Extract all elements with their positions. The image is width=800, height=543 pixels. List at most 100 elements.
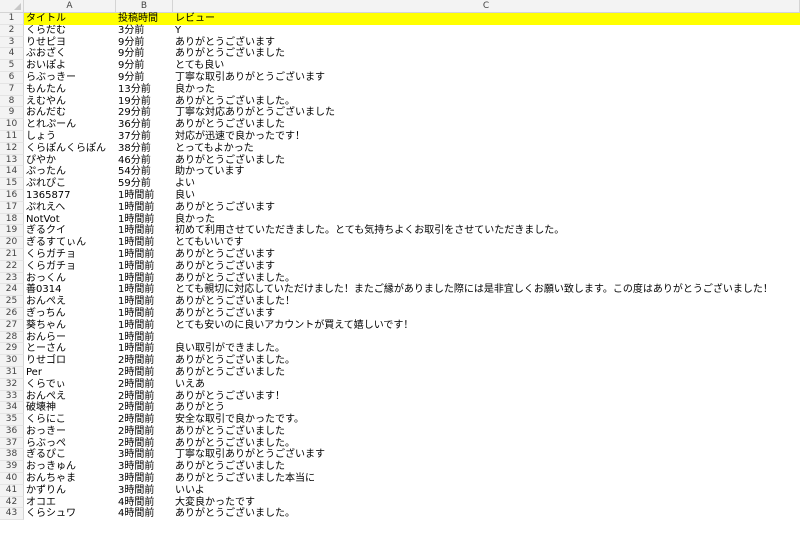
row-number[interactable]: 31 [0, 366, 24, 379]
review-cell[interactable]: ありがとうございました [173, 367, 800, 379]
review-cell[interactable]: ありがとうございました本当に [173, 473, 800, 485]
posted-time-cell[interactable]: 1時間前 [116, 237, 173, 249]
row-number[interactable]: 13 [0, 154, 24, 167]
title-cell[interactable]: ぴやか [24, 155, 116, 167]
posted-time-cell[interactable]: 4時間前 [116, 508, 173, 520]
posted-time-cell[interactable]: 1時間前 [116, 202, 173, 214]
posted-time-cell[interactable]: 1時間前 [116, 284, 173, 296]
review-cell[interactable]: ありがとうございました [173, 155, 800, 167]
posted-time-cell[interactable]: 54分前 [116, 166, 173, 178]
column-header-b[interactable]: B [116, 0, 173, 12]
posted-time-cell[interactable]: 1時間前 [116, 308, 173, 320]
review-cell[interactable]: 大変良かったです [173, 497, 800, 509]
title-cell[interactable]: Per [24, 367, 116, 379]
title-cell[interactable]: 葵ちゃん [24, 320, 116, 332]
review-cell[interactable]: 初めて利用させていただきました。とても気持ちよくお取引をさせていただきました。 [173, 225, 800, 237]
posted-time-cell[interactable]: 36分前 [116, 119, 173, 131]
title-cell[interactable]: くらぽんくらぽん [24, 143, 116, 155]
review-cell[interactable]: 良い取引ができました。 [173, 343, 800, 355]
row-number[interactable]: 22 [0, 260, 24, 273]
posted-time-cell[interactable]: 1時間前 [116, 332, 173, 344]
review-cell[interactable]: Y [173, 25, 800, 37]
review-cell[interactable]: 良い [173, 190, 800, 202]
row-number[interactable]: 28 [0, 331, 24, 344]
column-header-a[interactable]: A [24, 0, 116, 12]
posted-time-cell[interactable]: 1時間前 [116, 225, 173, 237]
review-cell[interactable]: いえあ [173, 379, 800, 391]
row-number[interactable]: 35 [0, 414, 24, 426]
posted-time-cell[interactable]: 2時間前 [116, 367, 173, 379]
title-cell[interactable]: くらシュワ [24, 508, 116, 520]
posted-time-cell[interactable]: 2時間前 [116, 438, 173, 450]
posted-time-cell[interactable]: 46分前 [116, 155, 173, 167]
posted-time-cell[interactable]: 38分前 [116, 143, 173, 155]
row-number[interactable]: 20 [0, 237, 24, 249]
review-cell[interactable]: ありがとうございました。 [173, 438, 800, 450]
review-cell[interactable]: ありがとうございました [173, 48, 800, 60]
title-cell[interactable]: ぷったん [24, 166, 116, 178]
title-cell[interactable]: くらでぃ [24, 379, 116, 391]
title-cell[interactable]: もんたん [24, 84, 116, 96]
row-number[interactable]: 6 [0, 71, 24, 84]
posted-time-cell[interactable]: 1時間前 [116, 261, 173, 273]
review-cell[interactable]: 丁寧な対応ありがとうございました [173, 107, 800, 119]
row-number[interactable]: 29 [0, 343, 24, 356]
select-all-corner[interactable] [0, 0, 24, 13]
row-number[interactable]: 39 [0, 461, 24, 474]
row-number[interactable]: 15 [0, 178, 24, 190]
row-number[interactable]: 2 [0, 24, 24, 37]
review-cell[interactable]: ありがとうございます [173, 308, 800, 320]
title-cell[interactable]: 1365877 [24, 190, 116, 202]
posted-time-cell[interactable]: 1時間前 [116, 273, 173, 285]
row-number[interactable]: 23 [0, 272, 24, 285]
posted-time-cell[interactable]: 1時間前 [116, 190, 173, 202]
row-number[interactable]: 38 [0, 449, 24, 462]
review-cell[interactable]: ありがとうございました [173, 461, 800, 473]
review-cell[interactable]: ありがとうございます！ [173, 391, 800, 403]
posted-time-cell[interactable]: 2時間前 [116, 426, 173, 438]
posted-time-cell[interactable]: 2時間前 [116, 391, 173, 403]
row-number[interactable]: 26 [0, 307, 24, 320]
posted-time-cell[interactable]: 3時間前 [116, 473, 173, 485]
title-cell[interactable]: タイトル [24, 13, 116, 25]
column-header-c[interactable]: C [173, 0, 800, 12]
posted-time-cell[interactable]: 13分前 [116, 84, 173, 96]
review-cell[interactable]: ありがとうございます [173, 202, 800, 214]
review-cell[interactable]: ありがとうございました。 [173, 508, 800, 520]
title-cell[interactable]: ぷれぴこ [24, 178, 116, 190]
row-number[interactable]: 25 [0, 296, 24, 308]
row-number[interactable]: 41 [0, 484, 24, 497]
title-cell[interactable]: らぶっきー [24, 72, 116, 84]
title-cell[interactable]: おんらー [24, 332, 116, 344]
posted-time-cell[interactable]: 9分前 [116, 48, 173, 60]
review-cell[interactable]: とてもいいです [173, 237, 800, 249]
title-cell[interactable]: しょう [24, 131, 116, 143]
row-number[interactable]: 7 [0, 83, 24, 96]
review-cell[interactable]: 良かった [173, 214, 800, 226]
title-cell[interactable]: NotVot [24, 214, 116, 226]
posted-time-cell[interactable]: 3時間前 [116, 449, 173, 461]
title-cell[interactable]: おんぺえ [24, 391, 116, 403]
row-number[interactable]: 32 [0, 378, 24, 391]
posted-time-cell[interactable]: 37分前 [116, 131, 173, 143]
review-cell[interactable]: 丁寧な取引ありがとうございます [173, 72, 800, 84]
posted-time-cell[interactable]: 9分前 [116, 72, 173, 84]
review-cell[interactable]: ありがとうございました [173, 119, 800, 131]
review-cell[interactable]: 丁寧な取引ありがとうございます [173, 449, 800, 461]
title-cell[interactable]: らぶっぺ [24, 438, 116, 450]
review-cell[interactable]: とても安いのに良いアカウントが買えて嬉しいです！ [173, 320, 800, 332]
posted-time-cell[interactable]: 29分前 [116, 107, 173, 119]
posted-time-cell[interactable]: 3時間前 [116, 461, 173, 473]
title-cell[interactable]: えむやん [24, 96, 116, 108]
title-cell[interactable]: 破壊神 [24, 402, 116, 414]
posted-time-cell[interactable]: 9分前 [116, 60, 173, 72]
review-cell[interactable]: 良かった [173, 84, 800, 96]
review-cell[interactable]: とってもよかった [173, 143, 800, 155]
title-cell[interactable]: ぎるぴこ [24, 449, 116, 461]
row-number[interactable]: 27 [0, 319, 24, 332]
row-number[interactable]: 14 [0, 166, 24, 179]
posted-time-cell[interactable]: 2時間前 [116, 355, 173, 367]
title-cell[interactable]: おいぽよ [24, 60, 116, 72]
title-cell[interactable]: おんだむ [24, 107, 116, 119]
title-cell[interactable]: おっきゅん [24, 461, 116, 473]
